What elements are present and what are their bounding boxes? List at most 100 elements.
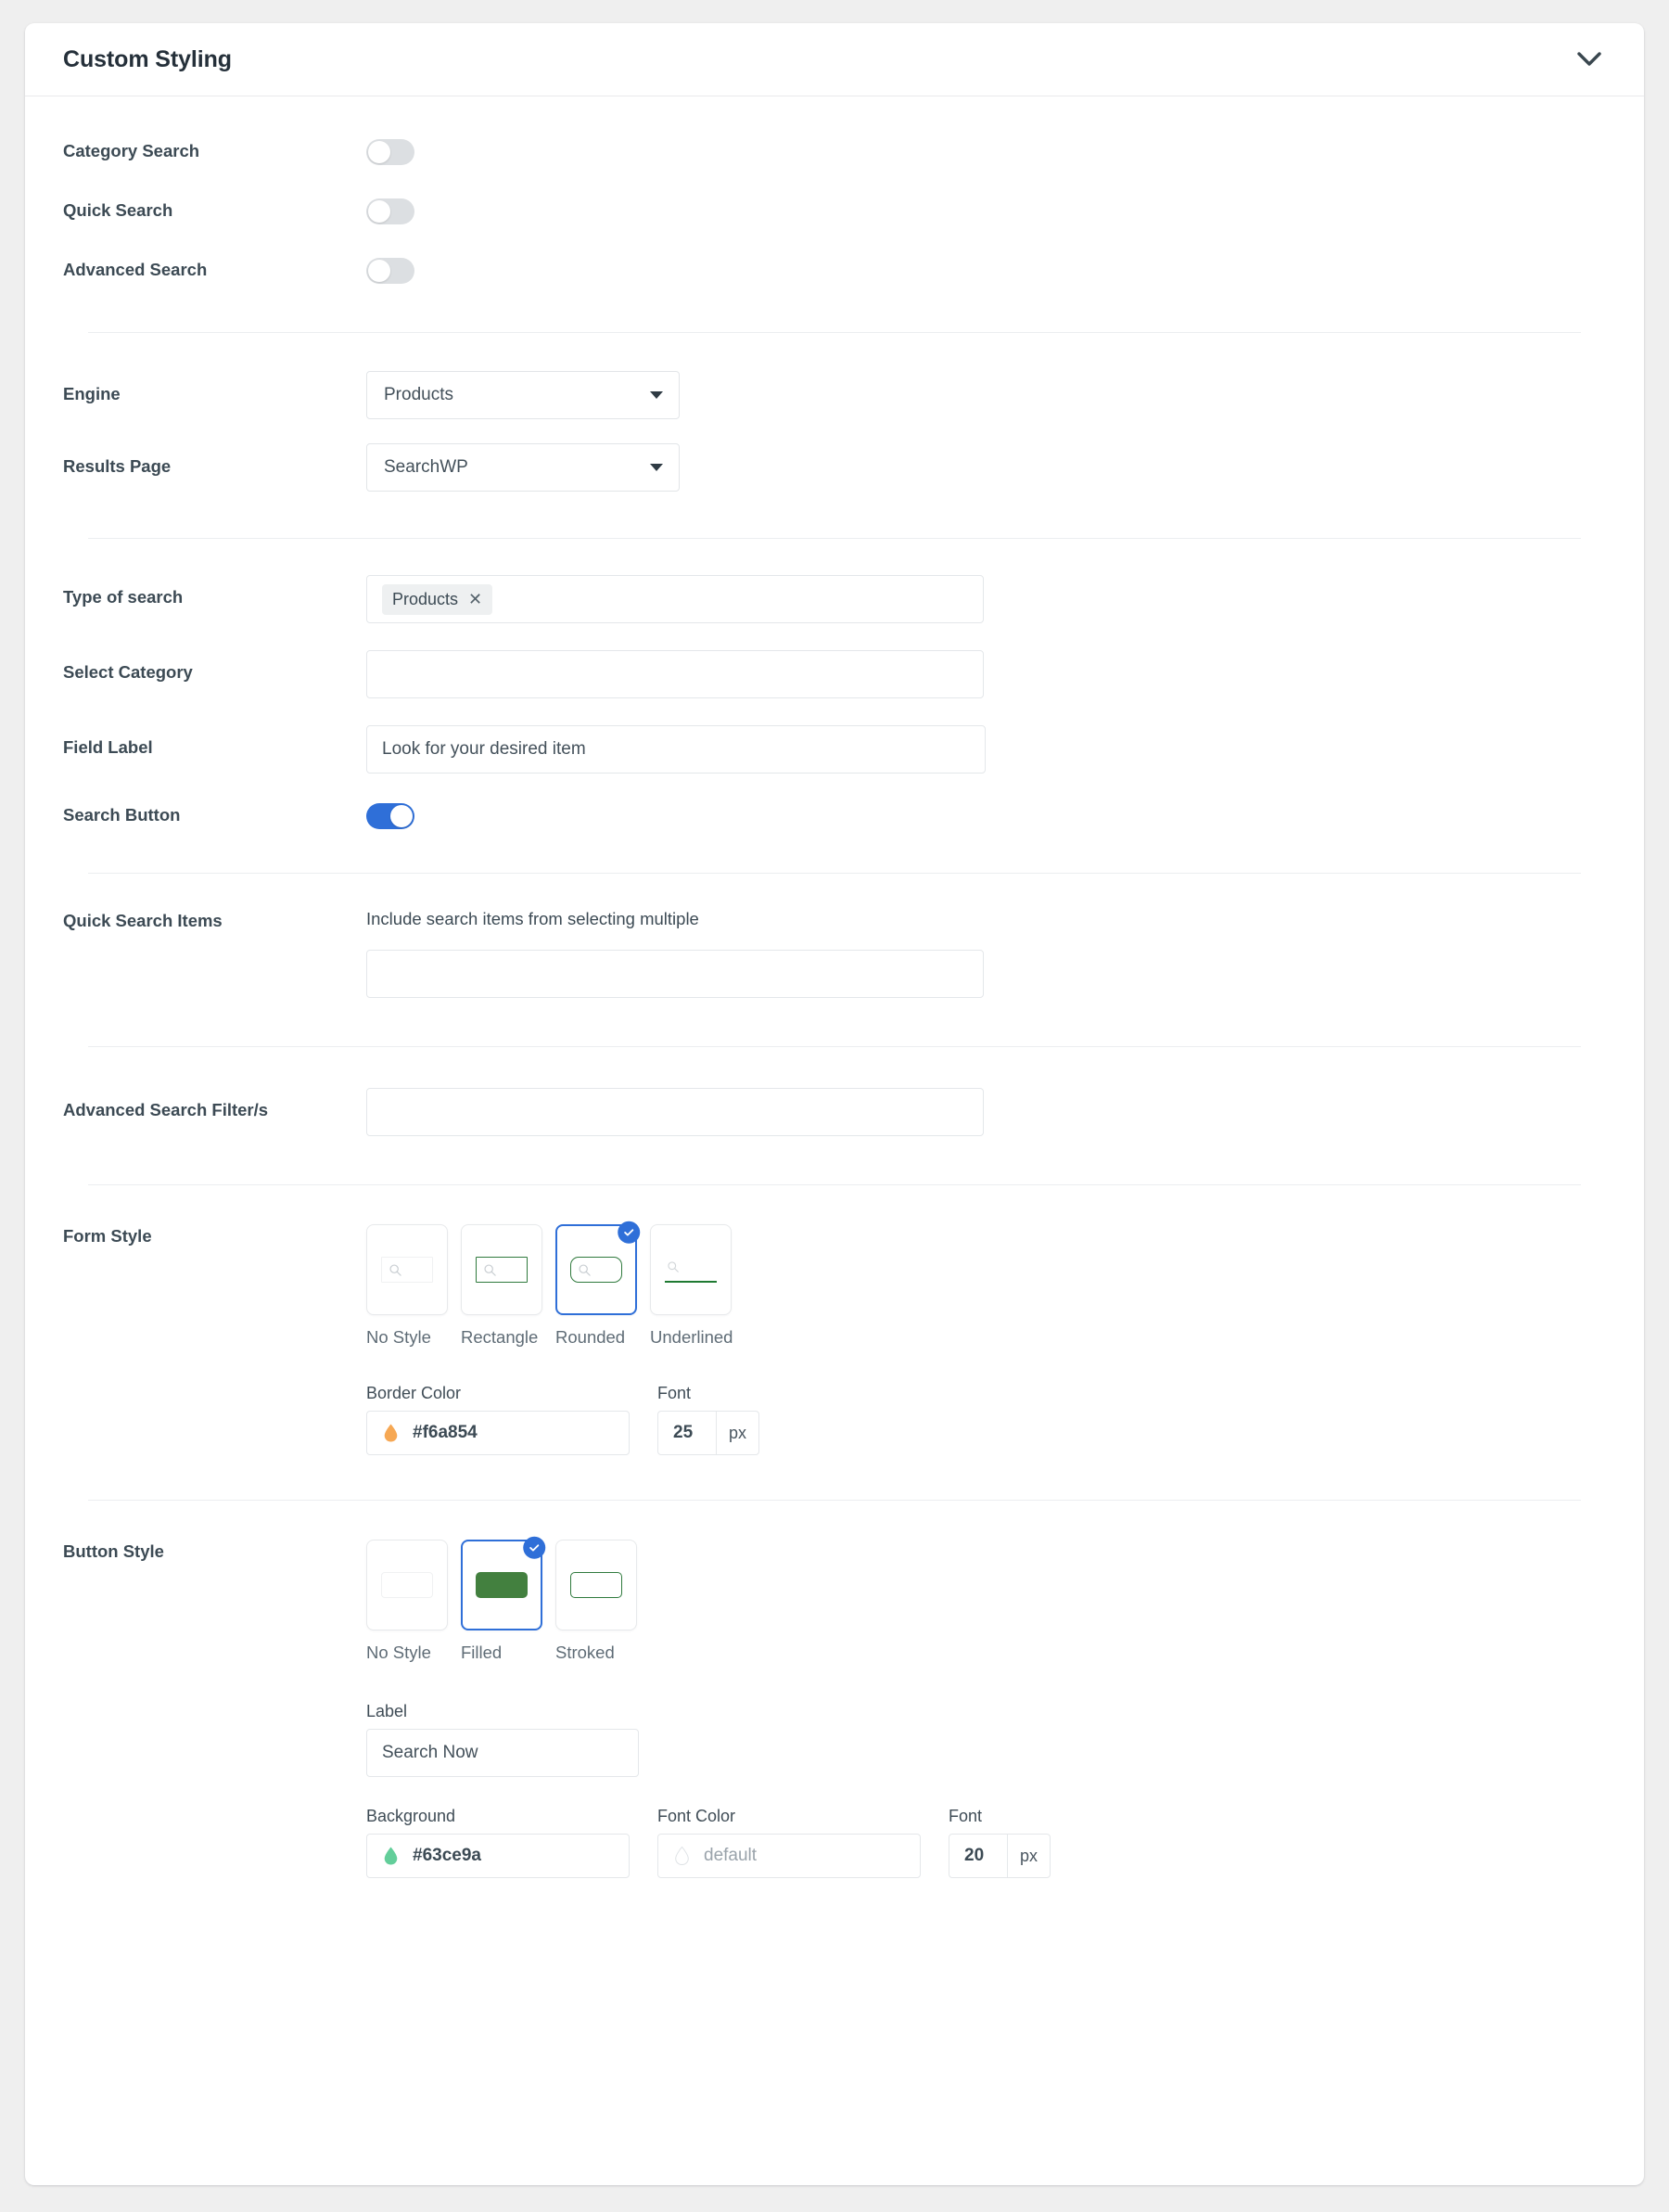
toggle-search-button[interactable] — [366, 803, 414, 829]
type-of-search-input[interactable]: Products ✕ — [366, 575, 984, 623]
row-quick-search: Quick Search — [25, 165, 1644, 224]
button-label-value: Search Now — [382, 1743, 478, 1762]
row-field-label: Field Label Look for your desired item — [25, 698, 1644, 774]
button-style-option-stroked-wrap: Stroked — [555, 1540, 637, 1663]
button-font-field[interactable]: 20 px — [949, 1834, 1051, 1878]
form-font-value[interactable]: 25 — [658, 1412, 716, 1454]
preview-input-plain — [381, 1257, 433, 1283]
border-color-value: #f6a854 — [413, 1423, 478, 1442]
field-label-value: Look for your desired item — [382, 739, 586, 759]
button-style-option-no-style[interactable] — [366, 1540, 448, 1630]
button-style-option-filled[interactable] — [461, 1536, 546, 1630]
search-icon — [579, 1263, 591, 1276]
search-icon — [389, 1263, 401, 1276]
form-style-option-underlined[interactable] — [650, 1224, 732, 1315]
button-style-label-filled: Filled — [461, 1643, 503, 1662]
preview-input-underlined — [665, 1257, 717, 1283]
form-style-label-rectangle: Rectangle — [461, 1327, 539, 1347]
row-quick-search-items: Quick Search Items Include search items … — [25, 874, 1644, 998]
engine-select[interactable]: Products — [366, 371, 680, 419]
label-button-style: Button Style — [63, 1541, 164, 1561]
preview-button-stroked — [570, 1572, 622, 1598]
chip-label: Products — [392, 589, 459, 608]
background-color-value: #63ce9a — [413, 1846, 481, 1865]
field-label-input[interactable]: Look for your desired item — [366, 725, 986, 774]
label-form-style: Form Style — [63, 1226, 152, 1246]
caret-down-icon — [650, 391, 663, 399]
row-advanced-search: Advanced Search — [25, 224, 1644, 284]
label-border-color: Border Color — [366, 1384, 462, 1402]
label-select-category: Select Category — [63, 662, 193, 682]
form-font-field[interactable]: 25 px — [657, 1411, 759, 1455]
form-style-label-no-style: No Style — [366, 1327, 431, 1347]
font-color-group: Font Color default — [657, 1807, 921, 1878]
label-advanced-search: Advanced Search — [63, 260, 208, 279]
form-style-option-rectangle[interactable] — [461, 1224, 542, 1315]
row-button-style: Button Style No Style Filled Stroked Lab… — [25, 1501, 1644, 1878]
search-icon — [668, 1261, 679, 1272]
chevron-down-icon[interactable] — [1573, 44, 1605, 75]
label-search-button: Search Button — [63, 805, 181, 825]
button-style-label-no-style: No Style — [366, 1643, 431, 1662]
label-engine: Engine — [63, 384, 121, 403]
form-style-option-no-style[interactable] — [366, 1224, 448, 1315]
toggle-advanced-search[interactable] — [366, 258, 414, 284]
close-icon[interactable]: ✕ — [468, 591, 482, 607]
custom-styling-panel: Custom Styling Category Search Quick Sea… — [25, 23, 1644, 2185]
form-style-subfields: Border Color #f6a854 Font 25 px — [366, 1384, 1606, 1455]
button-label-group: Label Search Now — [366, 1702, 1606, 1777]
results-page-select[interactable]: SearchWP — [366, 443, 680, 492]
form-style-label-rounded: Rounded — [555, 1327, 626, 1347]
form-style-option-underlined-wrap: Underlined — [650, 1224, 733, 1348]
form-font-unit: px — [716, 1412, 758, 1454]
button-style-options: No Style Filled Stroked — [366, 1536, 1606, 1663]
toggle-knob — [368, 200, 390, 223]
label-button-label: Label — [366, 1702, 408, 1720]
page-title: Custom Styling — [63, 45, 232, 72]
toggle-knob — [368, 141, 390, 163]
row-select-category: Select Category — [25, 623, 1644, 698]
color-drop-icon — [675, 1846, 689, 1866]
row-category-search: Category Search — [25, 96, 1644, 165]
toggle-knob — [390, 805, 413, 827]
chip-products: Products ✕ — [382, 583, 493, 615]
font-color-placeholder: default — [704, 1846, 758, 1865]
label-quick-search: Quick Search — [63, 200, 173, 220]
toggle-category-search[interactable] — [366, 139, 414, 165]
toggle-quick-search[interactable] — [366, 198, 414, 224]
label-quick-search-items: Quick Search Items — [63, 911, 223, 930]
label-type-of-search: Type of search — [63, 587, 184, 607]
row-form-style: Form Style No Style Rectangle Rounded Un… — [25, 1185, 1644, 1455]
row-results-page: Results Page SearchWP — [25, 419, 1644, 492]
row-engine: Engine Products — [25, 333, 1644, 419]
button-style-option-filled-wrap: Filled — [461, 1536, 546, 1663]
label-background: Background — [366, 1807, 456, 1825]
label-results-page: Results Page — [63, 456, 172, 476]
label-button-font: Font — [949, 1807, 983, 1825]
label-category-search: Category Search — [63, 141, 200, 160]
select-category-input[interactable] — [366, 650, 984, 698]
engine-select-value: Products — [384, 385, 453, 404]
quick-search-items-input[interactable] — [366, 950, 984, 998]
check-circle-icon — [523, 1536, 546, 1559]
background-color-field[interactable]: #63ce9a — [366, 1834, 630, 1878]
background-color-group: Background #63ce9a — [366, 1807, 630, 1878]
font-color-field[interactable]: default — [657, 1834, 921, 1878]
label-field-label: Field Label — [63, 737, 153, 757]
form-style-option-rounded[interactable] — [555, 1221, 641, 1315]
row-type-of-search: Type of search Products ✕ — [25, 539, 1644, 623]
form-style-label-underlined: Underlined — [650, 1327, 733, 1347]
button-font-value[interactable]: 20 — [949, 1835, 1007, 1877]
row-advanced-search-filters: Advanced Search Filter/s — [25, 1047, 1644, 1136]
quick-search-items-helper: Include search items from selecting mult… — [366, 909, 699, 928]
advanced-search-filters-input[interactable] — [366, 1088, 984, 1136]
button-style-option-no-style-wrap: No Style — [366, 1540, 448, 1663]
panel-body: Category Search Quick Search Advanced Se… — [25, 96, 1644, 1878]
button-label-input[interactable]: Search Now — [366, 1729, 639, 1777]
border-color-field[interactable]: #f6a854 — [366, 1411, 630, 1455]
caret-down-icon — [650, 464, 663, 471]
preview-button-plain — [381, 1572, 433, 1598]
button-style-option-stroked[interactable] — [555, 1540, 637, 1630]
color-drop-icon — [384, 1424, 398, 1442]
toggle-knob — [368, 260, 390, 282]
